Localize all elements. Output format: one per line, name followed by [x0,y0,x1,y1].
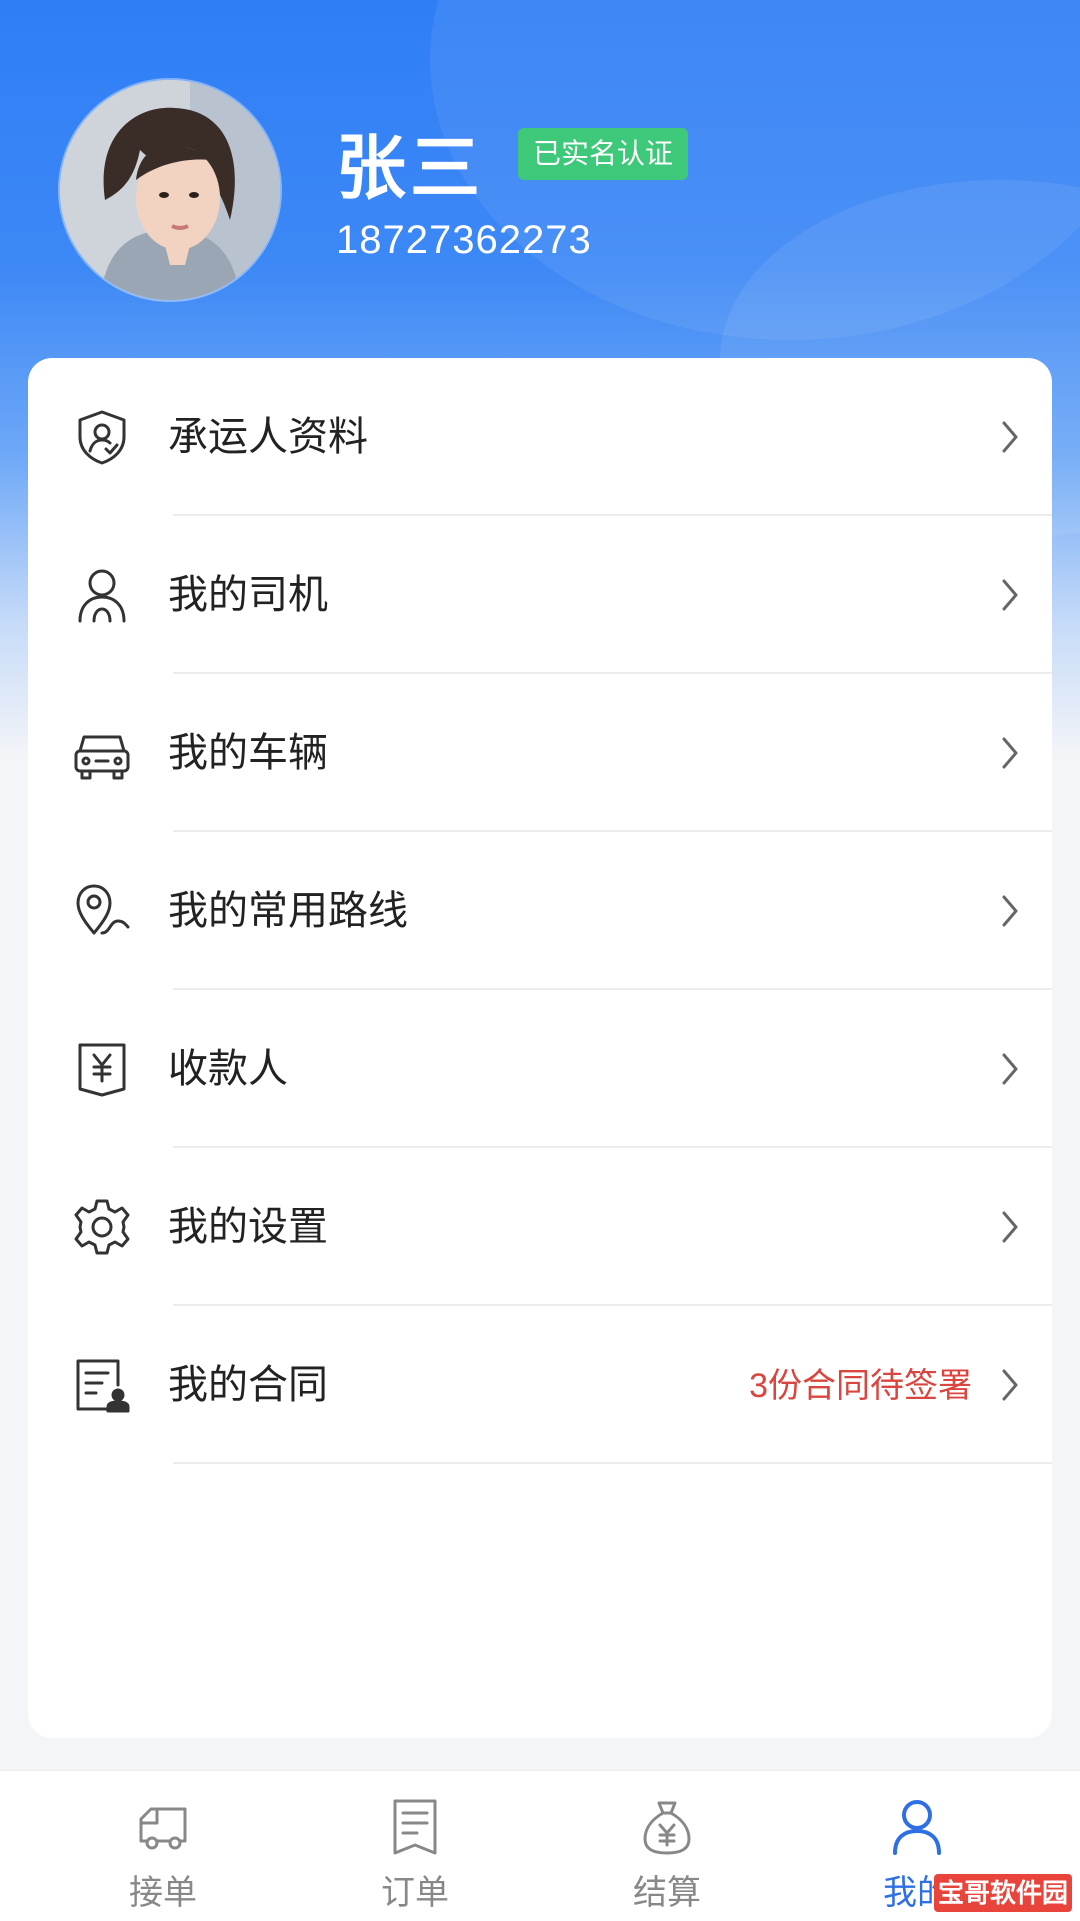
yen-wallet-icon [78,1043,126,1097]
menu-item-carrier-profile[interactable]: 承运人资料 [28,358,1052,516]
chevron-right-icon [1002,579,1018,611]
tab-label: 订单 [381,1874,449,1912]
order-list-icon [393,1799,437,1855]
chevron-right-icon [1002,421,1018,453]
user-phone: 18727362273 [336,218,592,262]
user-icon [893,1800,941,1855]
menu-item-label: 我的常用路线 [168,889,408,933]
menu-item-label: 承运人资料 [168,415,368,459]
chevron-right-icon [1002,737,1018,769]
tab-label: 结算 [633,1874,701,1912]
tab-label: 接单 [129,1874,197,1912]
shield-user-icon [78,410,126,465]
truck-icon [139,1807,187,1850]
car-icon [74,735,130,780]
contract-icon [76,1359,130,1413]
gear-icon [74,1199,130,1255]
tab-accept-orders[interactable]: 接单 [78,1771,248,1921]
menu-item-settings[interactable]: 我的设置 [28,1148,1052,1306]
chevron-right-icon [1002,1369,1018,1401]
menu-item-label: 我的车辆 [168,731,328,775]
menu-item-common-routes[interactable]: 我的常用路线 [28,832,1052,990]
divider [173,1462,1052,1464]
bottom-tab-bar: 接单 订单 结算 我的 [0,1770,1080,1921]
watermark: 宝哥软件园 [934,1874,1072,1912]
pending-contracts-count: 3份合同待签署 [749,1367,972,1405]
menu-item-contracts[interactable]: 我的合同 3份合同待签署 [28,1306,1052,1464]
avatar[interactable] [60,80,280,300]
chevron-right-icon [1002,1053,1018,1085]
route-pin-icon [76,884,130,935]
menu-card: 承运人资料 我的司机 我的车辆 我的常用路线 收款人 我的设置 我的合同 3份合… [28,358,1052,1738]
menu-item-label: 我的司机 [168,573,328,617]
verified-badge: 已实名认证 [518,128,689,180]
money-bag-icon [643,1801,691,1855]
driver-user-icon [78,569,126,623]
chevron-right-icon [1002,1211,1018,1243]
chevron-right-icon [1002,895,1018,927]
tab-orders[interactable]: 订单 [330,1771,500,1921]
menu-item-label: 我的合同 [168,1363,328,1407]
menu-item-my-vehicles[interactable]: 我的车辆 [28,674,1052,832]
menu-item-payee[interactable]: 收款人 [28,990,1052,1148]
user-name: 张三 [336,127,484,209]
menu-item-my-drivers[interactable]: 我的司机 [28,516,1052,674]
menu-item-label: 收款人 [168,1047,288,1091]
menu-item-label: 我的设置 [168,1205,328,1249]
tab-settlement[interactable]: 结算 [582,1771,752,1921]
